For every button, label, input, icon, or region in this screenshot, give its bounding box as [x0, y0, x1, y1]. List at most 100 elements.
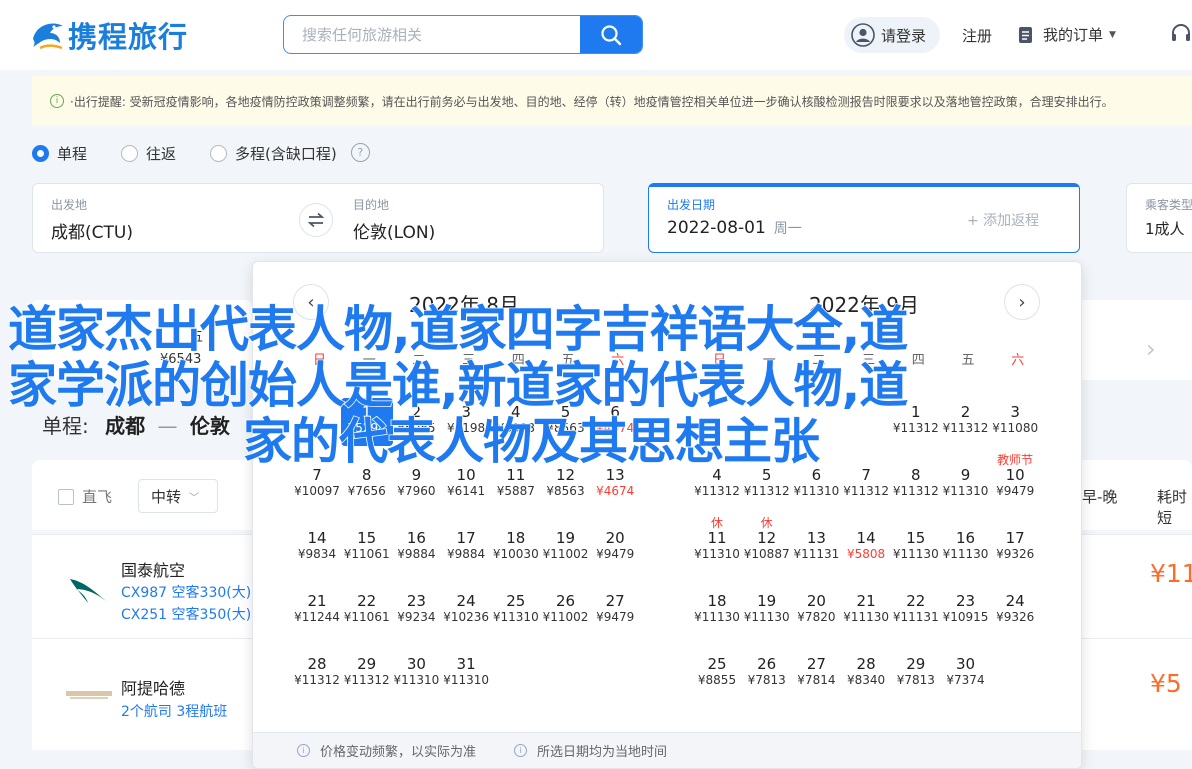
- calendar-day[interactable]: 1 ¥5294: [340, 398, 393, 446]
- my-orders-menu[interactable]: 我的订单 ▼: [1018, 24, 1116, 45]
- calendar-day[interactable]: 21 ¥11244: [291, 593, 343, 625]
- day-number: 23: [955, 592, 976, 610]
- swap-cities-button[interactable]: [299, 203, 333, 237]
- calendar-day[interactable]: 12 ¥8563: [540, 467, 592, 499]
- ctrip-logo[interactable]: 携程旅行: [30, 14, 188, 56]
- day-price: ¥7656: [347, 484, 386, 498]
- cathay-logo-icon: [70, 579, 106, 603]
- calendar-day[interactable]: 11 ¥5887: [490, 467, 542, 499]
- calendar-day[interactable]: 13 ¥4674: [589, 467, 641, 499]
- add-return-button[interactable]: + 添加返程: [967, 210, 1039, 230]
- day-price: ¥11310: [492, 610, 539, 624]
- calendar-day[interactable]: 16 ¥11130: [940, 530, 992, 562]
- calendar-day[interactable]: 19 ¥11130: [741, 593, 793, 625]
- calendar-day[interactable]: 27 ¥7814: [790, 656, 842, 688]
- from-field[interactable]: 出发地 成都(CTU): [33, 184, 317, 252]
- calendar-day[interactable]: 26 ¥7813: [741, 656, 793, 688]
- flight-detail[interactable]: CX251 空客350(大): [121, 604, 251, 624]
- calendar-day[interactable]: 10 ¥6141: [440, 467, 492, 499]
- calendar-day[interactable]: 5 ¥8563: [540, 404, 592, 436]
- day-number: 25: [506, 592, 526, 610]
- calendar-day[interactable]: 19 ¥11002: [540, 530, 592, 562]
- chevron-right-icon[interactable]: ›: [1146, 335, 1156, 363]
- calendar-day[interactable]: 18 ¥11130: [691, 593, 743, 625]
- calendar-day[interactable]: 9 ¥11310: [940, 467, 992, 499]
- from-value: 成都(CTU): [51, 223, 133, 243]
- sort-duration[interactable]: 耗时短: [1157, 486, 1192, 528]
- calendar-day[interactable]: 20 ¥9479: [589, 530, 641, 562]
- calendar-day[interactable]: 25 ¥11310: [490, 593, 542, 625]
- calendar-day[interactable]: 教师节 10 ¥9479: [989, 453, 1041, 499]
- trip-type-roundtrip[interactable]: 往返: [121, 143, 176, 164]
- strip-price[interactable]: ¥6543: [160, 352, 201, 367]
- search-input[interactable]: [284, 16, 580, 53]
- calendar-day[interactable]: 28 ¥8340: [840, 656, 892, 688]
- calendar-day[interactable]: 2 ¥11312: [940, 404, 992, 436]
- calendar-day[interactable]: 3 ¥11080: [989, 404, 1041, 436]
- day-number: 28: [856, 655, 876, 673]
- login-button[interactable]: 请登录: [844, 17, 940, 53]
- calendar-day[interactable]: 28 ¥11312: [291, 656, 343, 688]
- flight-detail[interactable]: CX987 空客330(大): [121, 582, 251, 602]
- calendar-day[interactable]: 24 ¥9326: [989, 593, 1041, 625]
- calendar-day[interactable]: 23 ¥10915: [940, 593, 992, 625]
- calendar-day[interactable]: 20 ¥7820: [790, 593, 842, 625]
- direct-only-checkbox[interactable]: 直飞: [58, 486, 112, 507]
- register-link[interactable]: 注册: [962, 25, 992, 46]
- calendar-day[interactable]: 休 11 ¥11310: [691, 516, 743, 562]
- flight-detail[interactable]: 2个航司 3程航班: [121, 701, 227, 721]
- help-question-icon[interactable]: ?: [350, 143, 370, 162]
- next-month-button[interactable]: ›: [1004, 284, 1040, 320]
- calendar-day[interactable]: 4 ¥11312: [691, 467, 743, 499]
- calendar-day[interactable]: 8 ¥7656: [341, 467, 393, 499]
- calendar-day[interactable]: 9 ¥7960: [390, 467, 442, 499]
- to-field[interactable]: 目的地 伦敦(LON): [335, 184, 605, 252]
- calendar-day[interactable]: 6 ¥11310: [790, 467, 842, 499]
- calendar-day[interactable]: 30 ¥11310: [390, 656, 442, 688]
- calendar-day[interactable]: 8 ¥11312: [890, 467, 942, 499]
- calendar-day[interactable]: 6 ¥4674: [589, 404, 641, 436]
- calendar-day[interactable]: 18 ¥10030: [490, 530, 542, 562]
- calendar-day[interactable]: 15 ¥11130: [890, 530, 942, 562]
- info-icon: i: [297, 744, 310, 757]
- calendar-day[interactable]: 21 ¥11130: [840, 593, 892, 625]
- calendar-day[interactable]: 17 ¥9884: [440, 530, 492, 562]
- calendar-day[interactable]: 17 ¥9326: [989, 530, 1041, 562]
- search-button[interactable]: [580, 16, 642, 53]
- calendar-day[interactable]: 4 ¥6098: [490, 404, 542, 436]
- calendar-day[interactable]: 27 ¥9479: [589, 593, 641, 625]
- calendar-day[interactable]: 29 ¥11312: [341, 656, 393, 688]
- day-number: 2: [411, 403, 422, 421]
- calendar-day[interactable]: 26 ¥11002: [540, 593, 592, 625]
- calendar-day[interactable]: 22 ¥11131: [890, 593, 942, 625]
- calendar-day[interactable]: 1 ¥11312: [890, 404, 942, 436]
- calendar-day[interactable]: 22 ¥11061: [341, 593, 393, 625]
- calendar-day[interactable]: 3 ¥6198: [440, 404, 492, 436]
- calendar-day[interactable]: 5 ¥11312: [741, 467, 793, 499]
- calendar-day[interactable]: 7 ¥10097: [291, 467, 343, 499]
- departure-date-field[interactable]: 出发日期 2022-08-01 周一 + 添加返程: [648, 183, 1080, 253]
- calendar-day[interactable]: 13 ¥11131: [790, 530, 842, 562]
- calendar-day[interactable]: 24 ¥10236: [440, 593, 492, 625]
- calendar-day[interactable]: 29 ¥7813: [890, 656, 942, 688]
- calendar-day[interactable]: 2 ¥5085: [390, 404, 442, 436]
- weekday-header: 五: [961, 353, 975, 368]
- calendar-day[interactable]: 16 ¥9884: [390, 530, 442, 562]
- passenger-type-field[interactable]: 乘客类型 1成人: [1126, 183, 1192, 253]
- day-price: ¥11310: [793, 484, 840, 498]
- headset-service-icon[interactable]: [1170, 23, 1192, 45]
- calendar-day[interactable]: 25 ¥8855: [691, 656, 743, 688]
- trip-type-multicity[interactable]: 多程(含缺口程): [210, 143, 337, 164]
- trip-type-oneway[interactable]: 单程: [32, 143, 87, 164]
- calendar-day[interactable]: 14 ¥5808: [840, 530, 892, 562]
- calendar-day[interactable]: 14 ¥9834: [291, 530, 343, 562]
- calendar-day[interactable]: 23 ¥9234: [390, 593, 442, 625]
- transfer-dropdown[interactable]: 中转 ﹀: [138, 479, 218, 513]
- calendar-day[interactable]: 休 12 ¥10887: [741, 516, 793, 562]
- calendar-day[interactable]: 7 ¥11312: [840, 467, 892, 499]
- calendar-day[interactable]: 15 ¥11061: [341, 530, 393, 562]
- prev-month-button[interactable]: ‹: [293, 284, 329, 320]
- calendar-day[interactable]: 31 ¥11310: [440, 656, 492, 688]
- sort-departure-time[interactable]: 早-晚: [1082, 486, 1117, 507]
- calendar-day[interactable]: 30 ¥7374: [940, 656, 992, 688]
